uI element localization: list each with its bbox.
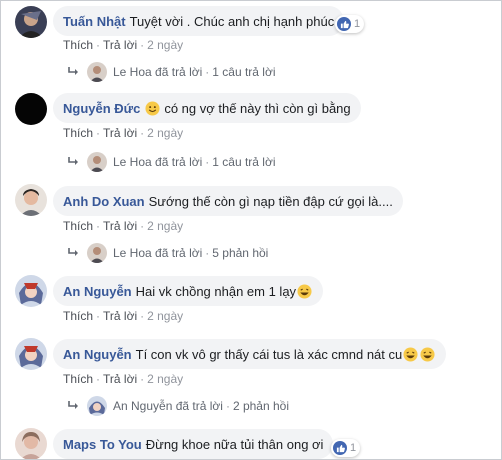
comment-actions: Thích · Trả lời · 2 ngày [63,309,184,323]
comment-actions: Thích · Trả lời · 2 ngày [63,38,184,52]
avatar-an-nguyen[interactable] [15,275,47,307]
comment-text: Sướng thế còn gì nạp tiền đập cứ gọi là.… [148,193,393,209]
reply-verb: đã trả lời [155,155,203,169]
comment-author[interactable]: An Nguyễn [63,284,132,299]
like-count-badge[interactable]: 1 [335,15,365,33]
reply-verb: đã trả lời [155,65,203,79]
comment-bubble: Anh Do Xuan Sướng thế còn gì nạp tiền đậ… [53,186,403,216]
comment-text: có ng vợ thế này thì còn gì bằng [164,100,351,116]
avatar-an-nguyen[interactable] [15,338,47,370]
like-count: 1 [350,442,357,454]
reply-name: Le Hoa [113,155,152,169]
reply-link[interactable]: Trả lời [103,38,137,52]
comment-author[interactable]: Anh Do Xuan [63,194,145,209]
laughing-emoji-icon [297,283,312,299]
comment-actions: Thích · Trả lời · 2 ngày [63,219,184,233]
laughing-emoji-icon [403,346,418,362]
reply-count: 1 câu trả lời [212,155,276,169]
comment-author[interactable]: An Nguyễn [63,347,132,362]
reply-count: 1 câu trả lời [212,65,276,79]
comment-text: Đừng khoe nữa tủi thân ong ơi [145,436,324,452]
like-thumb-icon [333,441,347,455]
reply-arrow-icon [68,401,78,409]
reply-link[interactable]: Trả lời [103,126,137,140]
reply-summary[interactable]: An Nguyễn đã trả lời · 2 phản hồi [67,396,289,416]
avatar-anh-do-xuan[interactable] [15,184,47,216]
comment-time[interactable]: 2 ngày [147,372,183,386]
comment-text: Hai vk chồng nhận em 1 lạy [135,283,297,299]
comment-bubble: An Nguyễn Tí con vk vô gr thấy cái tus l… [53,339,447,369]
comment-author[interactable]: Maps To You [63,437,142,452]
like-link[interactable]: Thích [63,219,93,233]
like-link[interactable]: Thích [63,38,93,52]
reply-count: 5 phản hồi [212,246,269,260]
comment-author[interactable]: Nguyễn Đức [63,101,140,116]
comment-actions: Thích · Trả lời · 2 ngày [63,372,184,386]
reply-summary[interactable]: Le Hoa đã trả lời · 1 câu trả lời [67,62,276,82]
comment-bubble: Maps To You Đừng khoe nữa tủi thân ong ơ… [53,429,334,459]
reply-name: Le Hoa [113,65,152,79]
comments-panel: Tuấn Nhật Tuyệt vời . Chúc anh chị hạnh … [0,0,502,460]
like-link[interactable]: Thích [63,126,93,140]
reply-arrow-icon [68,157,78,165]
reply-link[interactable]: Trả lời [103,219,137,233]
comment-text: Tuyệt vời . Chúc anh chị hạnh phúc [129,13,335,29]
laughing-emoji-icon [420,346,435,362]
smiley-emoji-icon [145,100,160,116]
comment-actions: Thích · Trả lời · 2 ngày [63,126,184,140]
like-link[interactable]: Thích [63,309,93,323]
reply-summary[interactable]: Le Hoa đã trả lời · 5 phản hồi [67,243,268,263]
reply-verb: đã trả lời [155,246,203,260]
comment-time[interactable]: 2 ngày [147,309,183,323]
reply-avatar [87,152,107,172]
avatar-tuan-nhat[interactable] [15,6,47,38]
comment-time[interactable]: 2 ngày [147,38,183,52]
avatar-maps-to-you[interactable] [15,428,47,459]
reply-avatar [87,396,107,416]
comment-text: Tí con vk vô gr thấy cái tus là xác cmnd… [135,346,403,362]
comment-time[interactable]: 2 ngày [147,126,183,140]
reply-arrow-icon [68,67,78,75]
reply-count: 2 phản hồi [232,399,290,413]
comment-time[interactable]: 2 ngày [147,219,183,233]
avatar-nguyen-duc[interactable] [15,93,47,125]
like-link[interactable]: Thích [63,372,93,386]
reply-name: Le Hoa [113,246,152,260]
reply-name: An Nguyễn [113,399,173,413]
reply-summary[interactable]: Le Hoa đã trả lời · 1 câu trả lời [67,152,276,172]
reply-avatar [87,62,107,82]
comment-bubble: Nguyễn Đức có ng vợ thế này thì còn gì b… [53,93,361,123]
like-thumb-icon [337,17,351,31]
reply-verb: đã trả lời [175,399,223,413]
like-count: 1 [354,18,361,30]
reply-arrow-icon [68,248,78,256]
like-count-badge[interactable]: 1 [331,439,361,457]
comment-bubble: An Nguyễn Hai vk chồng nhận em 1 lạy [53,276,324,306]
comment-author[interactable]: Tuấn Nhật [63,14,126,29]
comment-bubble: Tuấn Nhật Tuyệt vời . Chúc anh chị hạnh … [53,6,345,36]
reply-link[interactable]: Trả lời [103,309,137,323]
reply-link[interactable]: Trả lời [103,372,137,386]
reply-avatar [87,243,107,263]
